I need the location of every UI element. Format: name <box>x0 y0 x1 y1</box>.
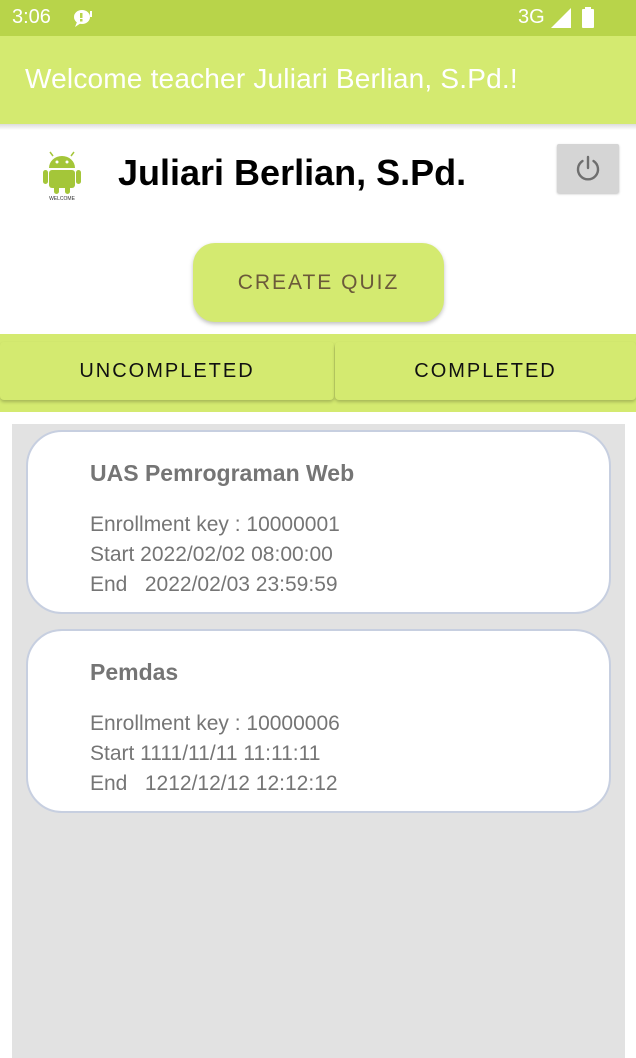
quiz-end-time: End 1212/12/12 12:12:12 <box>90 772 338 795</box>
tab-uncompleted[interactable]: UNCOMPLETED <box>0 342 334 400</box>
quiz-title: Pemdas <box>90 659 179 685</box>
quiz-end-time: End 2022/02/03 23:59:59 <box>90 573 338 596</box>
app-bar-title: Welcome teacher Juliari Berlian, S.Pd.! <box>25 63 518 94</box>
quiz-card[interactable]: Pemdas Enrollment key : 10000006 Start 1… <box>26 629 611 813</box>
notification-icon <box>74 10 92 27</box>
quiz-list: UAS Pemrograman Web Enrollment key : 100… <box>12 424 625 1058</box>
quiz-enrollment-key: Enrollment key : 10000001 <box>90 513 340 536</box>
quiz-title: UAS Pemrograman Web <box>90 460 355 486</box>
quiz-start-time: Start 2022/02/02 08:00:00 <box>90 543 333 566</box>
status-bar: 3:06 3G <box>0 0 636 36</box>
android-logo-icon: WELCOME <box>43 151 81 202</box>
signal-icon <box>551 8 571 28</box>
quiz-card[interactable]: UAS Pemrograman Web Enrollment key : 100… <box>26 430 611 614</box>
app-bar: Welcome teacher Juliari Berlian, S.Pd.! <box>0 36 636 124</box>
logout-button[interactable] <box>557 144 619 193</box>
battery-icon <box>582 7 594 28</box>
logo-caption: WELCOME <box>49 196 76 202</box>
teacher-name: Juliari Berlian, S.Pd. <box>118 152 467 193</box>
power-icon <box>576 155 600 181</box>
quiz-start-time: Start 1111/11/11 11:11:11 <box>90 742 321 765</box>
tab-completed[interactable]: COMPLETED <box>335 342 636 400</box>
tab-bar: UNCOMPLETED COMPLETED <box>0 334 636 412</box>
status-time: 3:06 <box>12 6 51 28</box>
network-type: 3G <box>518 6 545 28</box>
app-bar-shadow <box>0 124 636 130</box>
create-quiz-button[interactable]: CREATE QUIZ <box>193 243 444 322</box>
quiz-enrollment-key: Enrollment key : 10000006 <box>90 712 340 735</box>
